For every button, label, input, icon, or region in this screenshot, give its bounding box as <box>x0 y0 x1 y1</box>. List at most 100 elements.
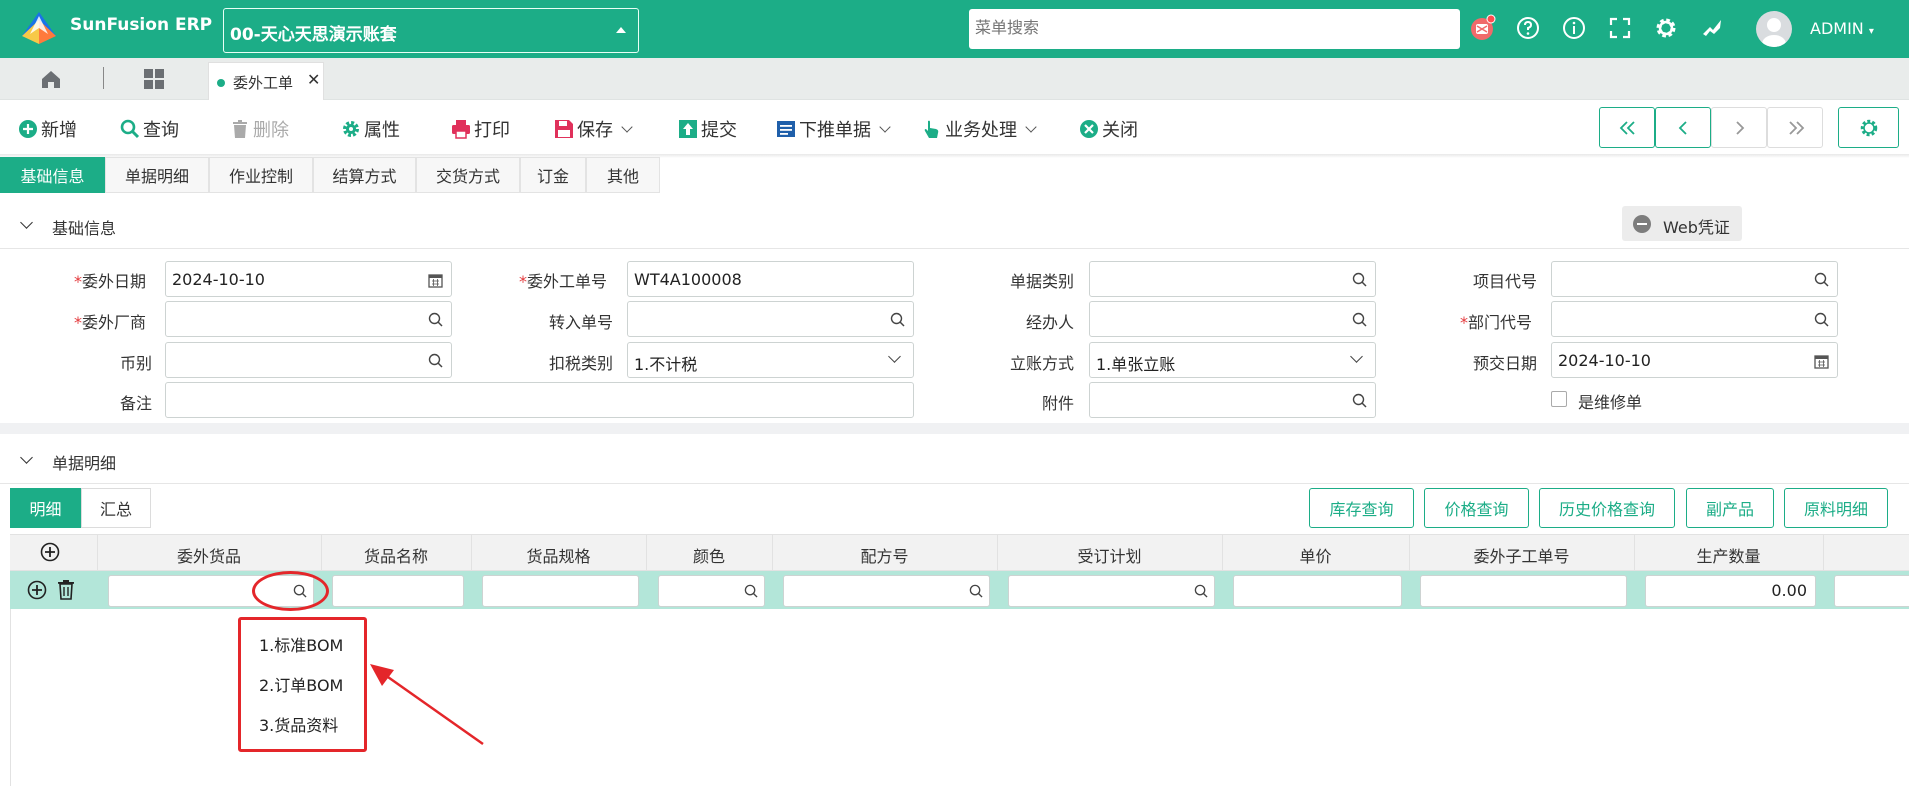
last-record-button[interactable] <box>1767 107 1823 148</box>
search-icon[interactable] <box>1814 272 1829 287</box>
trash-icon[interactable] <box>56 579 76 600</box>
calendar-icon[interactable] <box>1814 354 1829 369</box>
project-code-field[interactable] <box>1551 261 1838 297</box>
tab-doc-detail[interactable]: 单据明细 <box>105 157 209 193</box>
home-icon[interactable] <box>40 68 62 90</box>
double-chevron-left-icon <box>1619 121 1635 135</box>
tab-job-control[interactable]: 作业控制 <box>209 157 313 193</box>
fullscreen-icon[interactable] <box>1606 14 1634 42</box>
menu-search-input[interactable] <box>969 9 1460 49</box>
remark-field[interactable] <box>165 382 914 418</box>
print-button[interactable]: 打印 <box>451 114 510 144</box>
search-icon[interactable] <box>428 312 443 327</box>
dept-code-field[interactable] <box>1551 301 1838 337</box>
notification-icon[interactable] <box>1468 14 1496 42</box>
tab-delivery[interactable]: 交货方式 <box>416 157 520 193</box>
tab-deposit[interactable]: 订金 <box>520 157 586 193</box>
is-repair-checkbox[interactable] <box>1551 391 1567 407</box>
col-item-name[interactable]: 货品名称 <box>321 543 471 567</box>
search-icon[interactable] <box>744 584 758 598</box>
stock-query-button[interactable]: 库存查询 <box>1309 488 1414 528</box>
search-icon[interactable] <box>1352 272 1367 287</box>
first-record-button[interactable] <box>1599 107 1655 148</box>
user-menu[interactable]: ADMIN ▾ <box>1810 19 1874 38</box>
close-icon[interactable]: ✕ <box>307 70 320 89</box>
add-row-icon[interactable] <box>27 580 47 600</box>
menu-search[interactable] <box>969 9 1460 49</box>
sub-order-no-input[interactable] <box>1420 575 1627 607</box>
search-icon[interactable] <box>890 312 905 327</box>
search-icon[interactable] <box>1352 312 1367 327</box>
delivery-date-field[interactable]: 2024-10-10 <box>1551 342 1838 378</box>
settings-icon[interactable] <box>1652 14 1680 42</box>
price-query-button[interactable]: 价格查询 <box>1424 488 1529 528</box>
add-row-icon[interactable] <box>40 542 60 562</box>
theme-icon[interactable] <box>1698 14 1726 42</box>
doc-type-field[interactable] <box>1089 261 1376 297</box>
tax-type-select[interactable]: 1.不计税 <box>627 342 914 378</box>
tab-basic-info[interactable]: 基础信息 <box>0 157 105 193</box>
business-button[interactable]: 业务处理 <box>922 114 1037 144</box>
help-icon[interactable] <box>1514 14 1542 42</box>
col-production-qty[interactable]: 生产数量 <box>1634 543 1823 567</box>
col-unit-price[interactable]: 单价 <box>1222 543 1409 567</box>
vendor-field[interactable] <box>165 301 452 337</box>
handler-field[interactable] <box>1089 301 1376 337</box>
material-detail-button[interactable]: 原料明细 <box>1784 488 1888 528</box>
next-record-button[interactable] <box>1711 107 1767 148</box>
tab-outsource-order[interactable]: 委外工单 ✕ <box>208 62 324 100</box>
query-button[interactable]: 查询 <box>120 114 179 144</box>
col-outsource-item[interactable]: 委外货品 <box>97 543 321 567</box>
basic-info-title: 基础信息 <box>52 219 117 238</box>
tab-other[interactable]: 其他 <box>586 157 660 193</box>
transfer-no-field[interactable] <box>627 301 914 337</box>
new-button[interactable]: 新增 <box>18 114 77 144</box>
outsource-no-field[interactable]: WT4A100008 <box>627 261 914 297</box>
col-item-spec[interactable]: 货品规格 <box>471 543 646 567</box>
formula-no-input[interactable] <box>783 575 990 607</box>
item-spec-input[interactable] <box>482 575 639 607</box>
production-qty-input[interactable]: 0.00 <box>1645 575 1816 607</box>
col-color[interactable]: 颜色 <box>646 543 772 567</box>
delete-button[interactable]: 删除 <box>230 114 289 144</box>
search-icon[interactable] <box>1194 584 1208 598</box>
history-price-query-button[interactable]: 历史价格查询 <box>1539 488 1675 528</box>
unit-price-input[interactable] <box>1233 575 1402 607</box>
order-plan-input[interactable] <box>1008 575 1215 607</box>
properties-button[interactable]: 属性 <box>341 114 400 144</box>
close-button[interactable]: 关闭 <box>1079 114 1138 144</box>
detail-header[interactable]: 单据明细 <box>0 434 1909 484</box>
web-voucher-button[interactable]: Web凭证 <box>1622 206 1742 241</box>
calendar-icon[interactable] <box>428 273 443 288</box>
subtab-detail[interactable]: 明细 <box>10 488 81 528</box>
form-settings-button[interactable] <box>1838 107 1899 148</box>
popup-option-item-data[interactable]: 3.货品资料 <box>259 712 338 736</box>
popup-option-standard-bom[interactable]: 1.标准BOM <box>259 632 343 656</box>
save-button[interactable]: 保存 <box>554 114 633 144</box>
avatar[interactable] <box>1756 11 1792 47</box>
attachment-field[interactable] <box>1089 382 1376 418</box>
subtab-summary[interactable]: 汇总 <box>81 488 151 528</box>
account-select[interactable]: 00-天心天思演示账套 <box>223 8 639 53</box>
search-icon[interactable] <box>969 584 983 598</box>
search-icon[interactable] <box>428 353 443 368</box>
col-sub-order-no[interactable]: 委外子工单号 <box>1409 543 1634 567</box>
next-column-input[interactable] <box>1834 575 1909 607</box>
item-name-input[interactable] <box>332 575 464 607</box>
search-icon[interactable] <box>1352 393 1367 408</box>
by-product-button[interactable]: 副产品 <box>1686 488 1774 528</box>
col-formula-no[interactable]: 配方号 <box>772 543 997 567</box>
tab-settlement[interactable]: 结算方式 <box>313 157 416 193</box>
submit-button[interactable]: 提交 <box>678 114 737 144</box>
popup-option-order-bom[interactable]: 2.订单BOM <box>259 672 343 696</box>
push-down-button[interactable]: 下推单据 <box>776 114 891 144</box>
color-input[interactable] <box>658 575 765 607</box>
search-icon[interactable] <box>1814 312 1829 327</box>
col-order-plan[interactable]: 受订计划 <box>997 543 1222 567</box>
outsource-date-field[interactable]: 2024-10-10 <box>165 261 452 297</box>
currency-field[interactable] <box>165 342 452 378</box>
info-icon[interactable] <box>1560 14 1588 42</box>
account-method-select[interactable]: 1.单张立账 <box>1089 342 1376 378</box>
prev-record-button[interactable] <box>1655 107 1711 148</box>
apps-grid-icon[interactable] <box>143 68 165 90</box>
